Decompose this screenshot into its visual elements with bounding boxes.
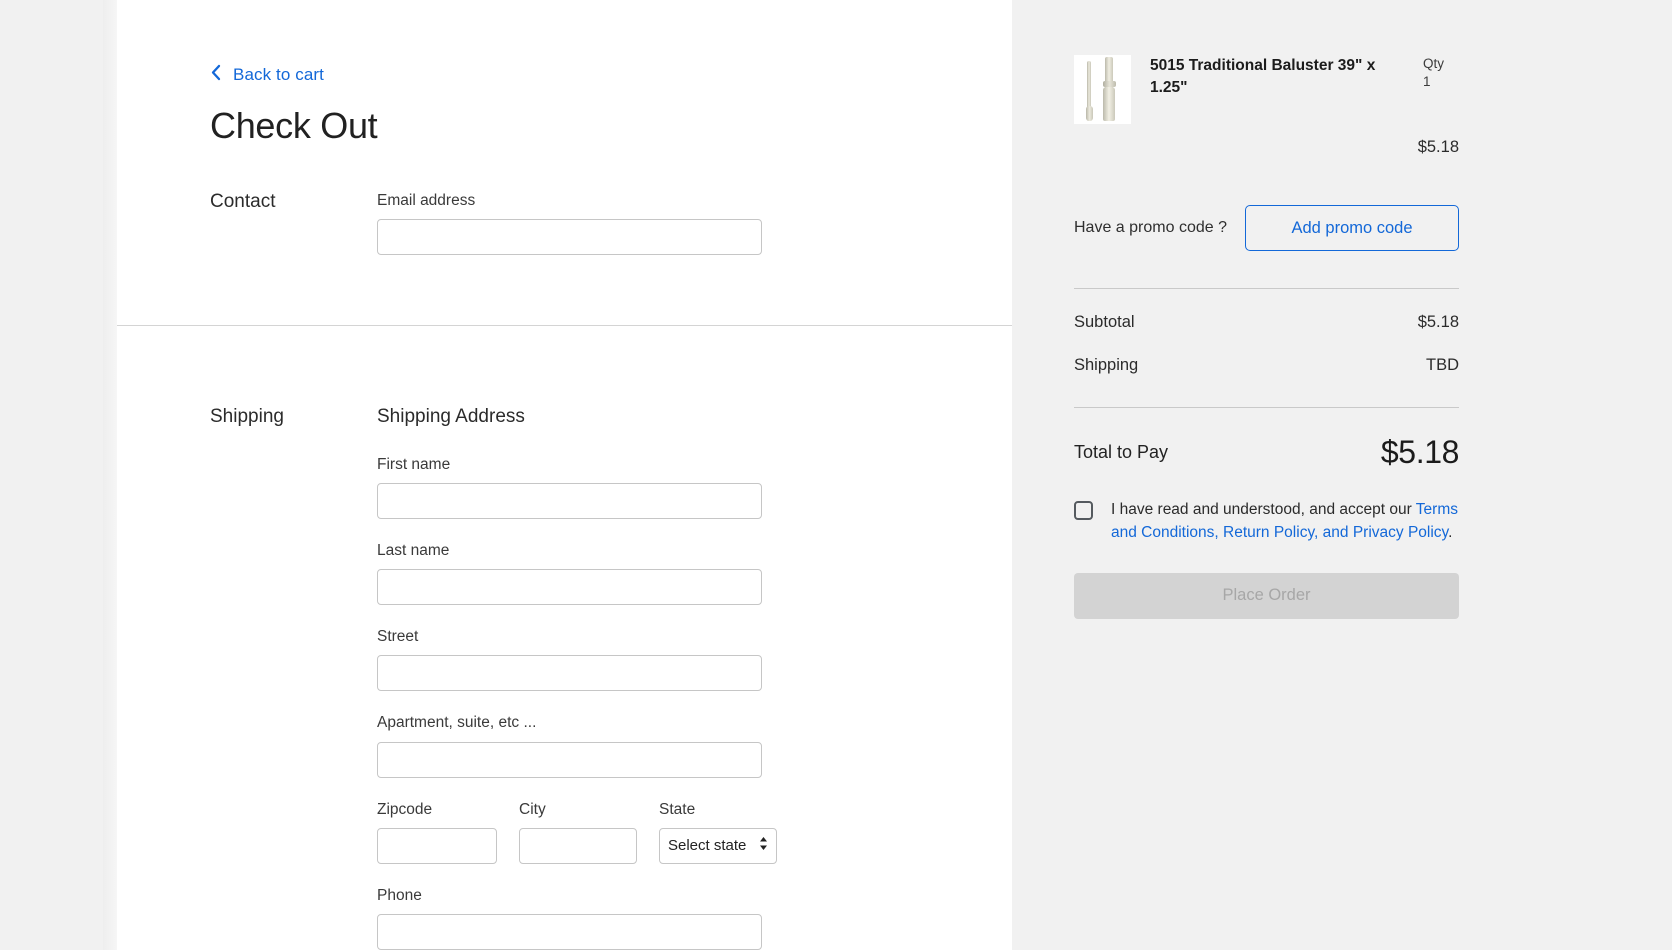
apartment-label: Apartment, suite, etc ... xyxy=(377,714,537,732)
terms-intro-text: I have read and understood, and accept o… xyxy=(1111,501,1412,518)
total-row: Total to Pay $5.18 xyxy=(1074,434,1459,471)
zipcode-label: Zipcode xyxy=(377,800,433,818)
phone-label: Phone xyxy=(377,886,422,904)
order-item-row: 5015 Traditional Baluster 39" x 1.25" Qt… xyxy=(1074,55,1459,124)
phone-field-group: Phone xyxy=(377,886,972,950)
product-price: $5.18 xyxy=(1417,138,1459,156)
product-qty-block: Qty 1 xyxy=(1423,55,1459,91)
first-name-input[interactable] xyxy=(377,483,762,520)
last-name-field-group: Last name xyxy=(377,541,972,606)
street-field-group: Street xyxy=(377,627,972,692)
baluster-spindle-thin-icon xyxy=(1085,61,1093,121)
back-to-cart-label: Back to cart xyxy=(233,64,324,84)
shipping-cost-value: TBD xyxy=(1426,356,1459,374)
add-promo-code-button[interactable]: Add promo code xyxy=(1245,205,1459,251)
total-label: Total to Pay xyxy=(1074,442,1169,462)
checkout-main-panel: Back to cart Check Out Contact Email add… xyxy=(117,0,1012,950)
first-name-label: First name xyxy=(377,455,451,473)
back-to-cart-link[interactable]: Back to cart xyxy=(117,0,324,85)
qty-value: 1 xyxy=(1423,74,1431,90)
total-value: $5.18 xyxy=(1380,434,1459,470)
summary-divider-top xyxy=(1074,288,1459,289)
last-name-input[interactable] xyxy=(377,569,762,606)
terms-text: I have read and understood, and accept o… xyxy=(1093,499,1459,545)
street-input[interactable] xyxy=(377,655,762,692)
shipping-row: Shipping TBD xyxy=(1074,356,1459,375)
subtotal-row: Subtotal $5.18 xyxy=(1074,313,1459,332)
left-gutter xyxy=(0,0,117,950)
order-summary-sidebar: 5015 Traditional Baluster 39" x 1.25" Qt… xyxy=(1012,0,1672,950)
apartment-field-group: Apartment, suite, etc ... xyxy=(377,713,972,778)
promo-question-label: Have a promo code ? xyxy=(1074,219,1227,236)
subtotal-value: $5.18 xyxy=(1417,313,1459,331)
last-name-label: Last name xyxy=(377,542,450,560)
contact-fields: Email address xyxy=(377,191,1012,277)
summary-divider-bottom xyxy=(1074,407,1459,408)
email-field-group: Email address xyxy=(377,191,972,256)
shipping-section-title: Shipping xyxy=(210,406,284,428)
product-info: 5015 Traditional Baluster 39" x 1.25" xyxy=(1131,55,1423,100)
state-select[interactable]: Select state xyxy=(659,827,777,864)
city-label: City xyxy=(519,800,546,818)
page-title: Check Out xyxy=(210,105,378,146)
street-label: Street xyxy=(377,628,419,646)
zipcode-field-group: Zipcode xyxy=(377,800,497,864)
shipping-section-label-col: Shipping xyxy=(117,406,377,950)
subtotal-label: Subtotal xyxy=(1074,313,1135,331)
apartment-input[interactable] xyxy=(377,741,762,778)
shipping-cost-label: Shipping xyxy=(1074,356,1139,374)
state-label: State xyxy=(659,800,696,818)
chevron-left-icon xyxy=(210,64,221,85)
city-input[interactable] xyxy=(519,827,637,864)
zipcode-input[interactable] xyxy=(377,827,497,864)
contact-section-label-col: Contact xyxy=(117,191,377,277)
zip-city-state-row: Zipcode City State Select state xyxy=(377,800,972,886)
contact-section-title: Contact xyxy=(210,191,276,212)
city-field-group: City xyxy=(519,800,637,864)
product-name: 5015 Traditional Baluster 39" x 1.25" xyxy=(1150,57,1376,97)
terms-checkbox[interactable] xyxy=(1074,501,1093,520)
qty-label: Qty xyxy=(1423,56,1445,71)
shipping-fields: Shipping Address First name Last name St… xyxy=(377,406,1012,950)
terms-acceptance-row: I have read and understood, and accept o… xyxy=(1074,499,1459,545)
terms-period: . xyxy=(1448,523,1453,541)
shipping-address-title: Shipping Address xyxy=(377,406,525,428)
shipping-section: Shipping Shipping Address First name Las… xyxy=(117,326,1012,950)
contact-section: Contact Email address xyxy=(117,147,1012,325)
state-field-group: State Select state xyxy=(659,800,777,864)
phone-input[interactable] xyxy=(377,913,762,950)
product-thumbnail-baluster xyxy=(1074,55,1131,124)
email-label: Email address xyxy=(377,192,476,209)
place-order-button[interactable]: Place Order xyxy=(1074,572,1459,619)
promo-code-row: Have a promo code ? Add promo code xyxy=(1074,205,1459,251)
first-name-field-group: First name xyxy=(377,455,972,520)
checkout-page: Back to cart Check Out Contact Email add… xyxy=(0,0,1672,950)
email-input[interactable] xyxy=(377,219,762,256)
baluster-spindle-thick-icon xyxy=(1102,57,1116,121)
